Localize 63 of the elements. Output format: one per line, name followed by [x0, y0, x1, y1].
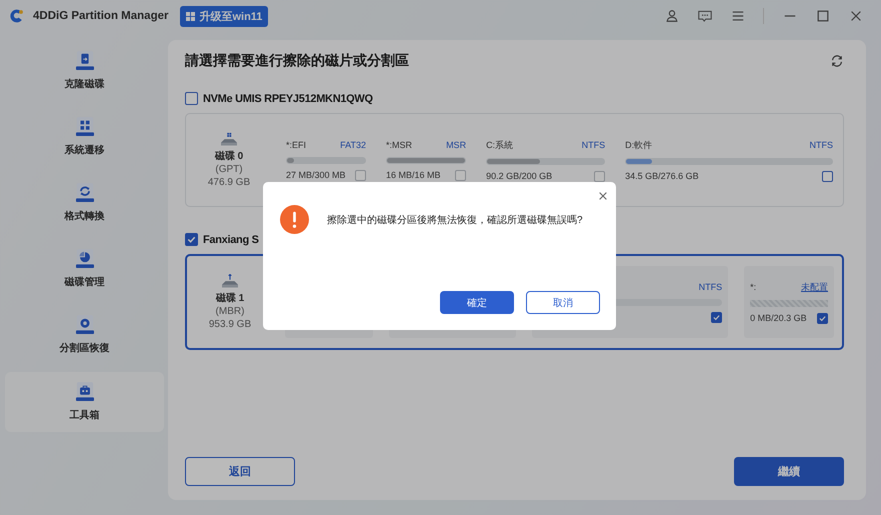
sidebar-item[interactable]: 系統遷移: [5, 108, 164, 165]
file-system-label: NTFS: [582, 140, 606, 150]
usage-text: 27 MB/300 MB: [286, 170, 346, 180]
disk-name: NVMe UMIS RPEYJ512MKN1QWQ: [203, 92, 373, 104]
partition-checkbox[interactable]: [817, 312, 828, 324]
ring-icon: [76, 314, 94, 334]
partition-checkbox[interactable]: [711, 312, 722, 322]
sidebar-item[interactable]: 格式轉換: [5, 174, 164, 231]
file-system-label: 未配置: [801, 280, 828, 294]
close-icon[interactable]: [598, 191, 608, 201]
maximize-icon[interactable]: [816, 9, 830, 23]
partition-name: C:系統: [486, 138, 514, 152]
app-logo-icon: [9, 8, 25, 24]
disk-size: 953.9 GB: [208, 318, 252, 330]
back-button[interactable]: 返回: [185, 457, 295, 486]
disk-label: 磁碟 0: [214, 150, 244, 162]
refresh-icon: [76, 182, 94, 202]
windows-icon: [186, 12, 196, 20]
partition-card[interactable]: *: 未配置 0 MB/20.3 GB: [744, 266, 834, 338]
sidebar-item[interactable]: 克隆磁碟: [5, 42, 164, 99]
sidebar-item[interactable]: 磁碟管理: [5, 240, 164, 297]
grid-icon: [76, 116, 94, 136]
menu-icon[interactable]: [731, 9, 745, 23]
disk-checkbox[interactable]: [185, 92, 198, 105]
usage-text: 90.2 GB/200 GB: [486, 171, 552, 181]
drive-icon: [220, 274, 240, 290]
disk-name: Fanxiang S: [203, 234, 259, 246]
pie-chart-icon: [76, 248, 94, 268]
partition-style: (MBR): [216, 304, 244, 318]
disk-label: 磁碟 1: [216, 292, 244, 304]
file-system-label: MSR: [446, 140, 466, 150]
app-title: 4DDiG Partition Manager: [33, 10, 168, 22]
sidebar-item[interactable]: 分割區恢復: [5, 306, 164, 363]
briefcase-icon: [76, 382, 94, 402]
dialog-message: 擦除選中的磁碟分區後將無法恢復，確認所選磁碟無誤嗎?: [327, 214, 583, 226]
drive-icon: [219, 132, 239, 148]
page-title: 請選擇需要進行擦除的磁片或分割區: [185, 52, 409, 70]
account-icon[interactable]: [665, 9, 679, 23]
warning-icon: [280, 205, 309, 234]
file-system-label: NTFS: [810, 140, 833, 150]
partition-checkbox[interactable]: [822, 170, 833, 182]
upgrade-button[interactable]: 升级至win11: [180, 6, 268, 26]
feedback-icon[interactable]: [698, 9, 712, 23]
partition-card[interactable]: D:軟件 NTFS 34.5 GB/276.6 GB: [623, 124, 835, 196]
document-icon: [76, 50, 94, 70]
partition-name: *:: [750, 282, 756, 292]
usage-text: 0 MB/20.3 GB: [750, 313, 807, 323]
usage-text: 34.5 GB/276.6 GB: [625, 171, 699, 181]
file-system-label: NTFS: [698, 282, 722, 292]
partition-style: (GPT): [215, 162, 243, 176]
usage-text: 16 MB/16 MB: [386, 170, 441, 180]
cancel-button[interactable]: 取消: [526, 291, 600, 314]
partition-name: D:軟件: [625, 138, 652, 152]
continue-button[interactable]: 繼續: [734, 457, 844, 486]
ok-button[interactable]: 確定: [440, 291, 514, 314]
partition-name: *:EFI: [286, 140, 306, 150]
refresh-icon[interactable]: [830, 54, 844, 68]
close-icon[interactable]: [849, 9, 863, 23]
disk-size: 476.9 GB: [208, 176, 250, 188]
partition-name: *:MSR: [386, 140, 412, 150]
disk-checkbox[interactable]: [185, 233, 198, 246]
file-system-label: FAT32: [340, 140, 366, 150]
sidebar-item[interactable]: 工具箱: [5, 372, 164, 432]
